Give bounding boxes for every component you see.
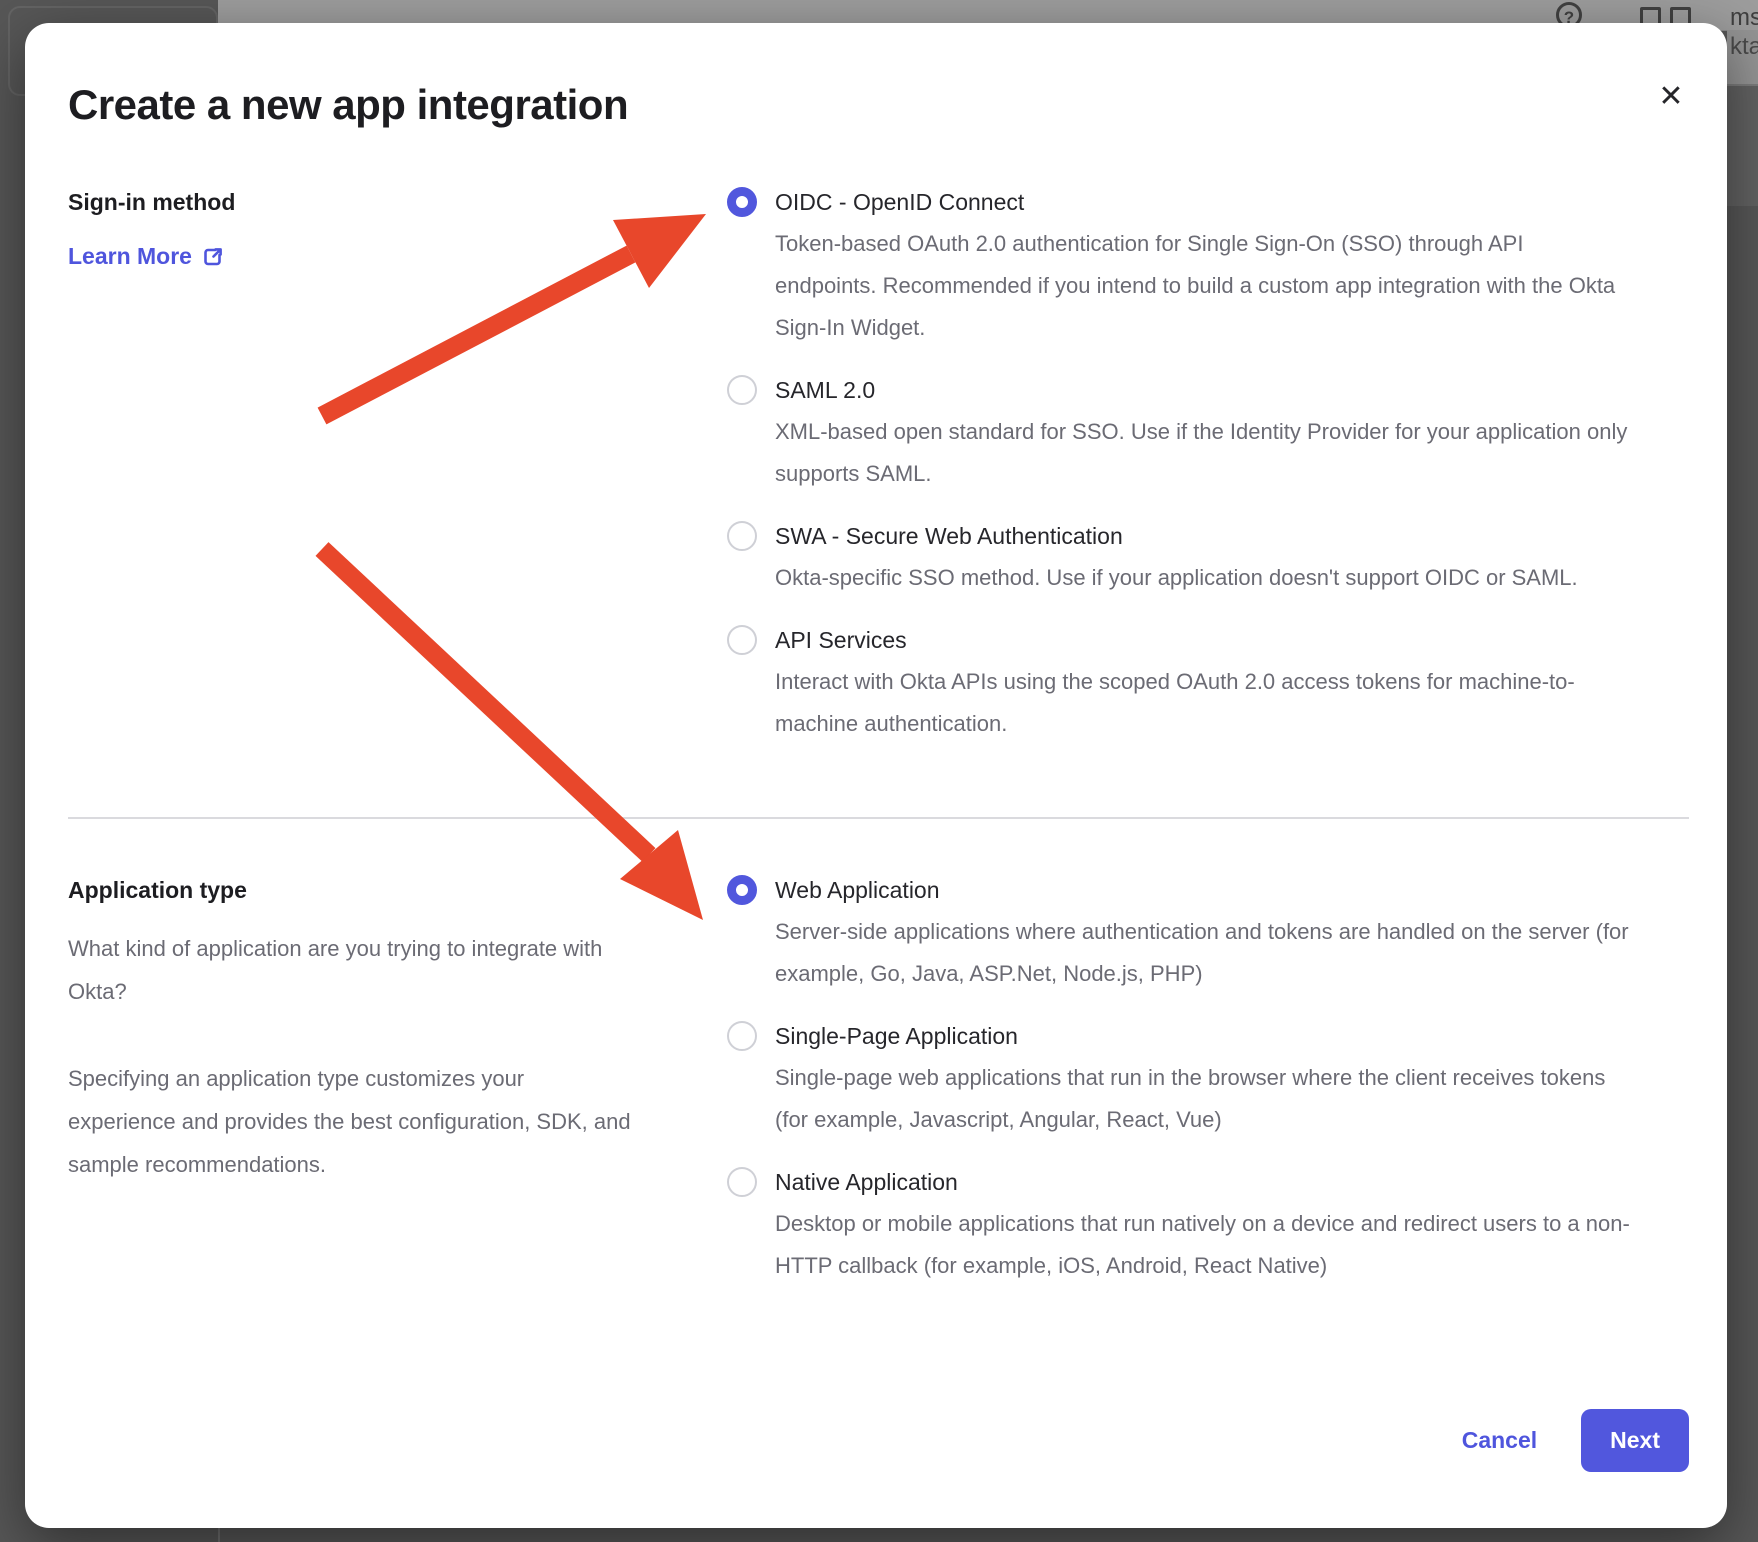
option-label: OIDC - OpenID Connect	[775, 181, 1630, 223]
option-description: Single-page web applications that run in…	[775, 1057, 1630, 1141]
option-description: Server-side applications where authentic…	[775, 911, 1630, 995]
application-type-section: Application type What kind of applicatio…	[68, 869, 1689, 1287]
radio-oidc[interactable]	[727, 187, 757, 217]
external-link-icon	[202, 246, 224, 268]
sign-in-option-saml[interactable]: SAML 2.0 XML-based open standard for SSO…	[727, 369, 1689, 495]
close-icon[interactable]: ✕	[1649, 75, 1693, 119]
learn-more-label: Learn More	[68, 243, 192, 270]
option-label: Native Application	[775, 1161, 1630, 1203]
cancel-button[interactable]: Cancel	[1462, 1427, 1537, 1454]
dialog-footer: Cancel Next	[1462, 1409, 1689, 1472]
background-user-text: msh	[1730, 3, 1758, 33]
app-type-option-web[interactable]: Web Application Server-side applications…	[727, 869, 1689, 995]
option-label: Web Application	[775, 869, 1630, 911]
option-description: Okta-specific SSO method. Use if your ap…	[775, 557, 1578, 599]
background-header-shade	[1727, 86, 1758, 206]
next-button[interactable]: Next	[1581, 1409, 1689, 1472]
app-type-option-native[interactable]: Native Application Desktop or mobile app…	[727, 1161, 1689, 1287]
application-type-label: Application type	[68, 869, 668, 911]
radio-single-page-application[interactable]	[727, 1021, 757, 1051]
sign-in-method-section: Sign-in method Learn More OIDC - OpenID …	[68, 181, 1689, 745]
sign-in-method-label: Sign-in method	[68, 181, 668, 223]
option-label: SAML 2.0	[775, 369, 1630, 411]
learn-more-link[interactable]: Learn More	[68, 243, 224, 270]
app-type-option-spa[interactable]: Single-Page Application Single-page web …	[727, 1015, 1689, 1141]
option-description: XML-based open standard for SSO. Use if …	[775, 411, 1630, 495]
create-app-integration-dialog: ✕ Create a new app integration Sign-in m…	[25, 23, 1727, 1528]
radio-api-services[interactable]	[727, 625, 757, 655]
section-divider	[68, 817, 1689, 819]
option-label: Single-Page Application	[775, 1015, 1630, 1057]
radio-web-application[interactable]	[727, 875, 757, 905]
dialog-title: Create a new app integration	[68, 81, 1689, 129]
sign-in-option-oidc[interactable]: OIDC - OpenID Connect Token-based OAuth …	[727, 181, 1689, 349]
option-description: Desktop or mobile applications that run …	[775, 1203, 1630, 1287]
background-user-text-2: kta	[1730, 32, 1758, 62]
sign-in-option-swa[interactable]: SWA - Secure Web Authentication Okta-spe…	[727, 515, 1689, 599]
option-label: SWA - Secure Web Authentication	[775, 515, 1578, 557]
option-label: API Services	[775, 619, 1630, 661]
radio-saml[interactable]	[727, 375, 757, 405]
radio-native-application[interactable]	[727, 1167, 757, 1197]
option-description: Interact with Okta APIs using the scoped…	[775, 661, 1630, 745]
option-description: Token-based OAuth 2.0 authentication for…	[775, 223, 1630, 349]
application-type-help-text: Specifying an application type customize…	[68, 1057, 633, 1186]
radio-swa[interactable]	[727, 521, 757, 551]
application-type-question: What kind of application are you trying …	[68, 927, 633, 1013]
sign-in-option-api-services[interactable]: API Services Interact with Okta APIs usi…	[727, 619, 1689, 745]
